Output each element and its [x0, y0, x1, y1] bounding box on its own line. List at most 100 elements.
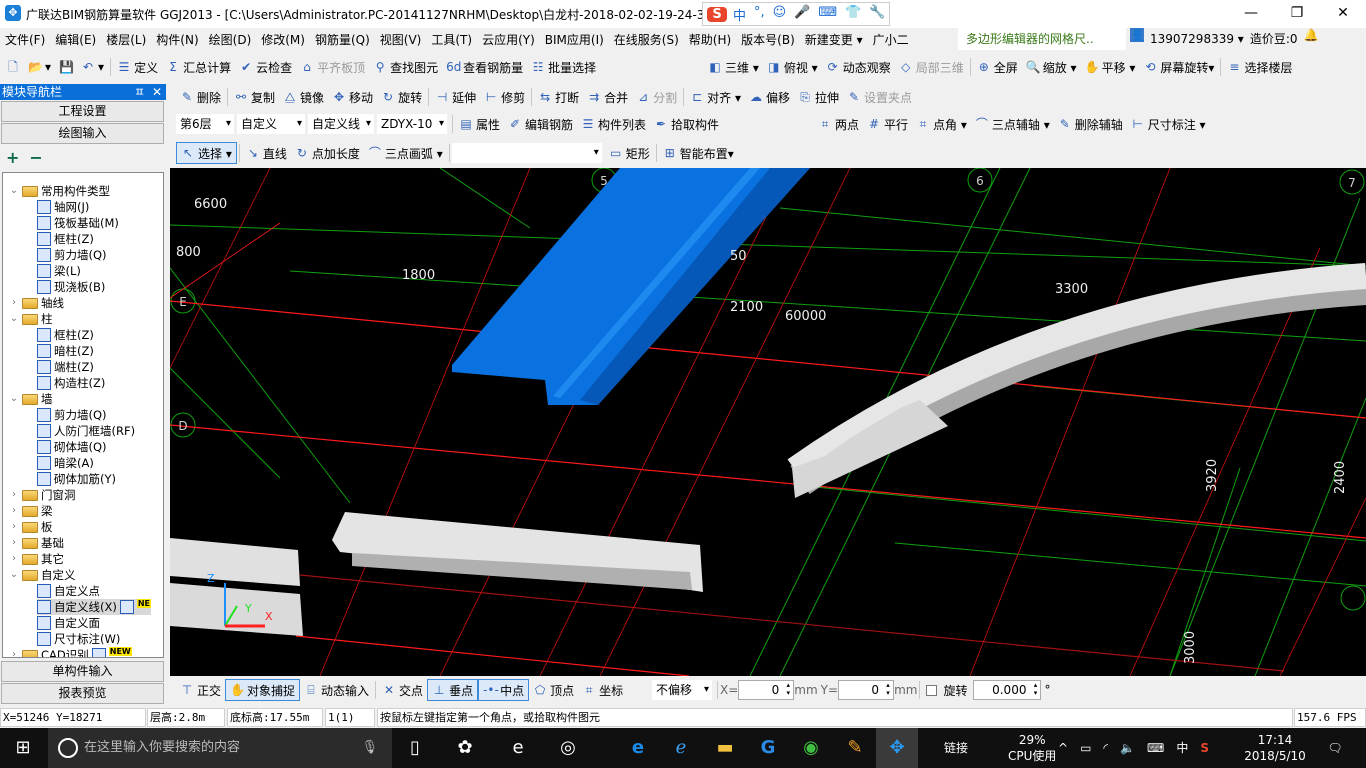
- component-list-button[interactable]: ☰ 构件列表: [577, 113, 650, 135]
- expanded-chevron-icon[interactable]: ⌄: [9, 391, 19, 407]
- rotate-checkbox[interactable]: [926, 684, 938, 696]
- tree-item[interactable]: 框柱(Z): [37, 327, 94, 343]
- collapsed-chevron-icon[interactable]: ›: [9, 519, 19, 535]
- maximize-button[interactable]: ❐: [1274, 0, 1320, 28]
- dimension-button[interactable]: ⊢ 尺寸标注 ▾: [1127, 113, 1210, 135]
- tree-item[interactable]: › 基础: [9, 535, 64, 551]
- fan-app-icon[interactable]: ✿: [452, 736, 478, 760]
- tree-item[interactable]: 砌体墙(Q): [37, 439, 107, 455]
- tree-item[interactable]: ⌄ 柱: [9, 311, 53, 327]
- ime-button[interactable]: ⌨: [818, 5, 837, 24]
- component-select[interactable]: ZDYX-10: [377, 114, 447, 134]
- green-app-icon[interactable]: ◉: [798, 736, 824, 760]
- ime-button[interactable]: 🎤: [794, 5, 810, 24]
- glodon-g-icon[interactable]: G: [755, 736, 781, 760]
- close-button[interactable]: ✕: [1320, 0, 1366, 28]
- type-select[interactable]: 自定义: [237, 114, 305, 134]
- point-angle-button[interactable]: ⌗ 点角 ▾: [912, 113, 971, 135]
- tree-item[interactable]: 砌体加筋(Y): [37, 471, 116, 487]
- collapsed-chevron-icon[interactable]: ›: [9, 503, 19, 519]
- rebar-view-button[interactable]: 6d 查看钢筋量: [442, 56, 527, 78]
- rotate-angle-input[interactable]: 0.000: [973, 680, 1042, 700]
- viewport-canvas[interactable]: 6600 800 1800 2100 60000 3300 2400 3920 …: [169, 167, 1366, 677]
- tree-item[interactable]: ⌄ 自定义: [9, 567, 76, 583]
- clock-time[interactable]: 17:14: [1240, 732, 1310, 748]
- snap-button[interactable]: ✋ 对象捕捉: [225, 679, 301, 701]
- ime-button[interactable]: 中: [733, 5, 746, 24]
- tree-item[interactable]: 轴网(J): [37, 199, 89, 215]
- new-button[interactable]: 🗋: [2, 56, 24, 78]
- menu-item[interactable]: 视图(V): [375, 31, 427, 48]
- arc-button[interactable]: ⌒ 三点画弧 ▾: [364, 142, 447, 164]
- ime-button[interactable]: °,: [754, 5, 765, 24]
- select-button[interactable]: ↖ 选择 ▾: [176, 142, 237, 164]
- tree-item[interactable]: 自定义点: [37, 583, 100, 599]
- keyboard-icon[interactable]: ⌨: [1147, 728, 1164, 768]
- selected-custom-line-beam[interactable]: [452, 168, 810, 405]
- screen-rotate-button[interactable]: ⟲ 屏幕旋转▾: [1139, 56, 1218, 78]
- menu-item[interactable]: 工具(T): [426, 31, 477, 48]
- menu-item[interactable]: 新建变更 ▾: [800, 31, 868, 48]
- report-preview-button[interactable]: 报表预览: [1, 683, 164, 704]
- tree-item[interactable]: 端柱(Z): [37, 359, 94, 375]
- taskbar-search[interactable]: 在这里输入你要搜索的内容 🎙: [48, 728, 392, 768]
- tree-item[interactable]: 自定义面: [37, 615, 100, 631]
- tree-item[interactable]: 框柱(Z): [37, 231, 94, 247]
- tree-item[interactable]: 人防门框墙(RF): [37, 423, 135, 439]
- delete-button[interactable]: ✎ 删除: [176, 86, 225, 108]
- menu-item[interactable]: 在线服务(S): [609, 31, 684, 48]
- tree-item[interactable]: 自定义线(X) NE: [37, 599, 152, 615]
- menu-item[interactable]: 版本号(B): [736, 31, 800, 48]
- sogou-tray-icon[interactable]: S: [1200, 728, 1209, 768]
- pin-icon[interactable]: ㅍ: [134, 84, 145, 100]
- smart-layout-button[interactable]: ⊞ 智能布置▾: [659, 142, 738, 164]
- bell-icon[interactable]: 🔔: [1304, 28, 1319, 42]
- fullscreen-button[interactable]: ⊕ 全屏: [973, 56, 1022, 78]
- tree-item[interactable]: 筏板基础(M): [37, 215, 119, 231]
- y-offset-input[interactable]: 0: [838, 680, 895, 700]
- windows-start-icon[interactable]: ⊞: [10, 736, 36, 760]
- microphone-icon[interactable]: 🎙: [361, 728, 378, 768]
- ime-button[interactable]: 👕: [845, 5, 861, 24]
- merge-button[interactable]: ⇉ 合并: [583, 86, 632, 108]
- expanded-chevron-icon[interactable]: ⌄: [9, 311, 19, 327]
- link-label[interactable]: 链接: [944, 728, 968, 768]
- close-navigator-icon[interactable]: ✕: [152, 84, 162, 100]
- notification-center-icon[interactable]: 🗨: [1320, 728, 1350, 768]
- tree-item[interactable]: ⌄ 墙: [9, 391, 53, 407]
- subtype-select[interactable]: 自定义线: [308, 114, 374, 134]
- define-button[interactable]: ☰ 定义: [113, 56, 162, 78]
- user-account[interactable]: 13907298339 ▾: [1150, 28, 1244, 50]
- tree-item[interactable]: 梁(L): [37, 263, 81, 279]
- select-floor-button[interactable]: ≡ 选择楼层: [1223, 56, 1296, 78]
- menu-item[interactable]: 修改(M): [256, 31, 310, 48]
- grip-button[interactable]: ✎ 设置夹点: [843, 86, 916, 108]
- menu-item[interactable]: 编辑(E): [50, 31, 101, 48]
- collapse-all-icon[interactable]: −: [29, 148, 42, 167]
- copy-button[interactable]: ⚯ 复制: [230, 86, 279, 108]
- dynamic-input-button[interactable]: ⌸ 动态输入: [300, 679, 373, 701]
- collapsed-chevron-icon[interactable]: ›: [9, 487, 19, 503]
- mirror-button[interactable]: ⧋ 镜像: [279, 86, 328, 108]
- notes-app-icon[interactable]: ✎: [842, 736, 868, 760]
- expanded-chevron-icon[interactable]: ⌄: [9, 183, 19, 199]
- edit-rebar-button[interactable]: ✐ 编辑钢筋: [504, 113, 577, 135]
- tree-item[interactable]: › CAD识别 NEW: [9, 647, 132, 657]
- midpoint-button[interactable]: -•- 中点: [478, 679, 530, 701]
- project-settings-button[interactable]: 工程设置: [1, 101, 164, 122]
- collapsed-chevron-icon[interactable]: ›: [9, 647, 19, 657]
- line-button[interactable]: ↘ 直线: [242, 142, 291, 164]
- break-button[interactable]: ⇆ 打断: [534, 86, 583, 108]
- expand-all-icon[interactable]: +: [6, 148, 19, 167]
- collapsed-chevron-icon[interactable]: ›: [9, 535, 19, 551]
- save-button[interactable]: 💾: [55, 56, 77, 78]
- two-point-axis-button[interactable]: ⌗ 两点: [814, 113, 863, 135]
- orbit-button[interactable]: ⟳ 动态观察: [822, 56, 895, 78]
- file-explorer-icon[interactable]: ▬: [712, 736, 738, 760]
- extend-button[interactable]: ⊣ 延伸: [431, 86, 480, 108]
- tree-item[interactable]: › 梁: [9, 503, 53, 519]
- single-component-input-button[interactable]: 单构件输入: [1, 661, 164, 682]
- align-button[interactable]: ⊏ 对齐 ▾: [686, 86, 745, 108]
- ime-toolbar[interactable]: S 中 °, ☺ 🎤 ⌨ 👕 🔧: [702, 2, 890, 26]
- tree-item[interactable]: › 板: [9, 519, 53, 535]
